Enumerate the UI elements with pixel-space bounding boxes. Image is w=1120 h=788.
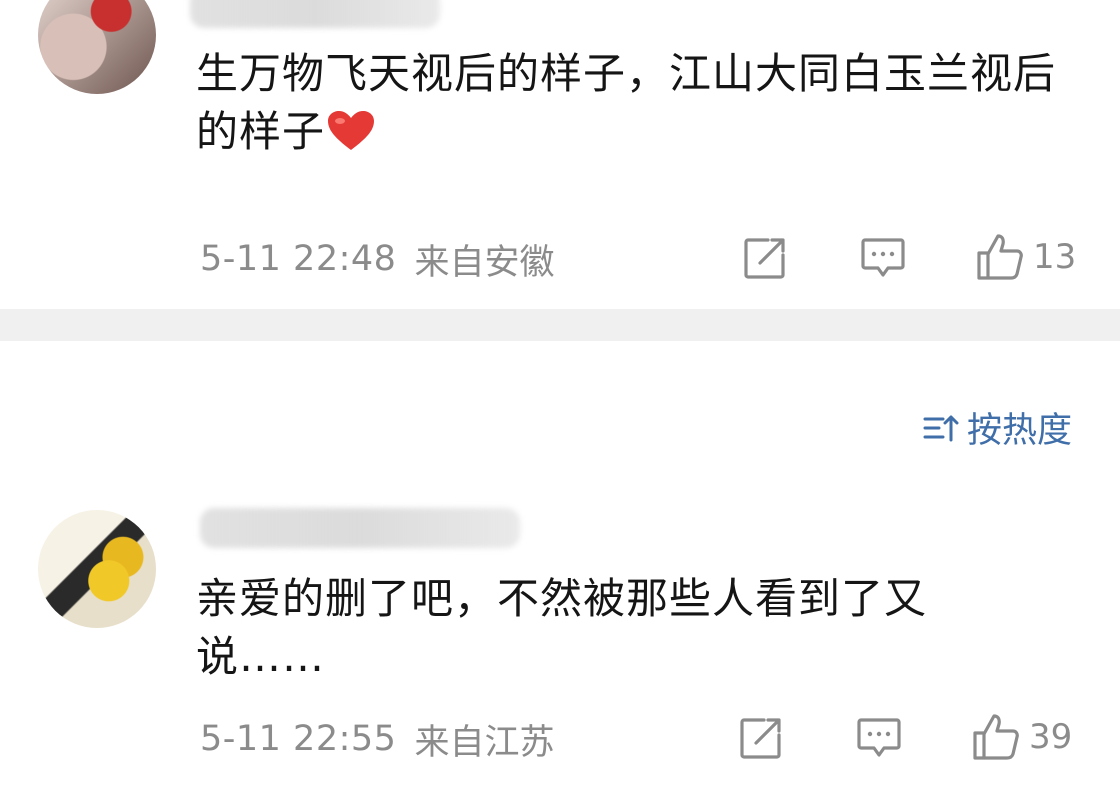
- comment-text: 亲爱的删了吧，不然被那些人看到了又说……: [196, 570, 1016, 686]
- username-blurred[interactable]: [190, 0, 440, 28]
- timestamp: 5-11 22:55: [200, 719, 397, 759]
- share-icon: [740, 718, 781, 759]
- reply-button[interactable]: [860, 236, 906, 280]
- sort-by-hot-toggle[interactable]: 按热度: [923, 402, 1072, 453]
- timestamp: 5-11 22:48: [200, 239, 397, 279]
- thumbs-up-icon: [973, 714, 1019, 760]
- comment-meta: 5-11 22:55 来自江苏: [200, 714, 1090, 764]
- sort-icon: [923, 415, 959, 441]
- comment-text: 生万物飞天视后的样子，江山大同白玉兰视后的样子: [196, 45, 1066, 161]
- like-button[interactable]: 13: [975, 232, 1076, 282]
- comment-icon: [861, 238, 905, 277]
- share-icon: [744, 238, 785, 279]
- comment-icon: [857, 718, 901, 757]
- like-count: 39: [1029, 717, 1073, 757]
- location: 来自江苏: [414, 722, 555, 763]
- location: 来自安徽: [414, 242, 555, 283]
- comment-body: 生万物飞天视后的样子，江山大同白玉兰视后的样子: [196, 49, 1057, 156]
- heart-icon: [328, 111, 375, 150]
- share-button[interactable]: [742, 235, 788, 281]
- avatar[interactable]: [38, 0, 156, 94]
- comment-body: 亲爱的删了吧，不然被那些人看到了又说……: [196, 574, 928, 681]
- sort-label: 按热度: [966, 411, 1072, 451]
- share-button[interactable]: [738, 715, 784, 761]
- reply-button[interactable]: [856, 716, 902, 760]
- like-button[interactable]: 39: [971, 712, 1072, 762]
- username-blurred[interactable]: [200, 508, 520, 548]
- like-count: 13: [1033, 237, 1077, 277]
- section-divider: [0, 309, 1120, 341]
- avatar[interactable]: [38, 510, 156, 628]
- thumbs-up-icon: [977, 234, 1023, 280]
- comment-meta: 5-11 22:48 来自安徽: [200, 234, 1090, 284]
